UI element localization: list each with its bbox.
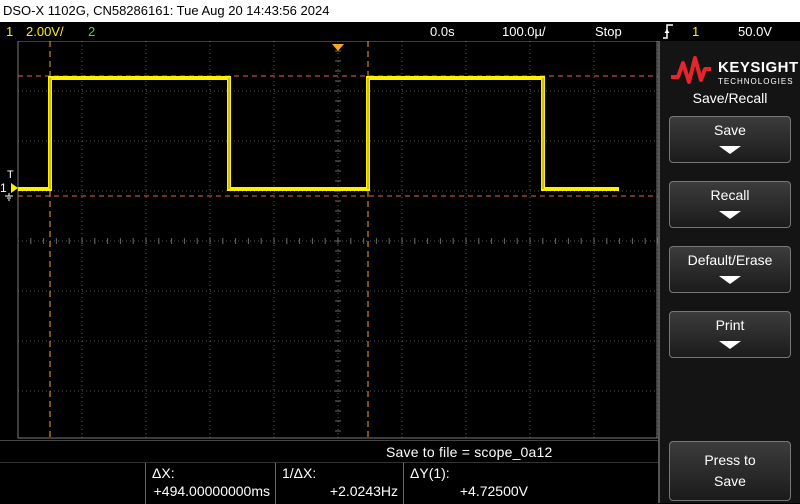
recall-softkey-label: Recall [710, 187, 750, 203]
press-to-save-line2: Save [714, 473, 746, 489]
status-bar: 1 2.00V/ 2 0.0s 100.0µ/ Stop 1 50.0V [0, 22, 800, 41]
keysight-wave-icon [671, 56, 711, 84]
delta-x-measurement: ΔX: +494.00000000ms [145, 463, 276, 504]
save-status-bar: Save to file = scope_0a12 [0, 440, 658, 463]
inverse-delta-x-label: 1/ΔX: [282, 465, 317, 481]
save-to-file-label: Save to file = scope_0a12 [386, 444, 553, 460]
graticule [17, 41, 658, 439]
delta-y-measurement: ΔY(1): +4.72500V [403, 463, 534, 504]
print-softkey[interactable]: Print [669, 311, 791, 358]
chevron-down-icon [719, 211, 741, 219]
chevron-down-icon [719, 341, 741, 349]
save-softkey-label: Save [714, 122, 746, 138]
waveform-display[interactable]: T 1 [0, 41, 658, 439]
run-state[interactable]: Stop [595, 22, 622, 41]
press-to-save-softkey[interactable]: Press to Save [669, 441, 791, 501]
inverse-delta-x-measurement: 1/ΔX: +2.0243Hz [275, 463, 404, 504]
trigger-source[interactable]: 1 [692, 22, 699, 41]
delta-y-value: +4.72500V [459, 483, 528, 499]
trigger-level[interactable]: 50.0V [738, 22, 772, 41]
brand-name: KEYSIGHT [718, 59, 799, 76]
save-softkey[interactable]: Save [669, 116, 791, 163]
ch2-number[interactable]: 2 [88, 22, 95, 41]
delta-x-label: ΔX: [152, 465, 175, 481]
default-erase-softkey[interactable]: Default/Erase [669, 246, 791, 293]
cursor-measurements: ΔX: +494.00000000ms 1/ΔX: +2.0243Hz ΔY(1… [0, 462, 658, 504]
press-to-save-line1: Press to [704, 452, 756, 468]
menu-title: Save/Recall [692, 90, 768, 106]
softkey-panel: KEYSIGHT TECHNOLOGIES Save/Recall Save R… [658, 41, 800, 503]
inverse-delta-x-value: +2.0243Hz [329, 483, 398, 499]
default-erase-softkey-label: Default/Erase [687, 252, 773, 268]
delta-x-value: +494.00000000ms [153, 483, 270, 499]
recall-softkey[interactable]: Recall [669, 181, 791, 228]
chevron-down-icon [719, 276, 741, 284]
trigger-level-marker[interactable]: T [7, 169, 14, 181]
ch1-trace [18, 76, 619, 191]
print-softkey-label: Print [715, 317, 745, 333]
brand-subtitle: TECHNOLOGIES [718, 77, 794, 86]
time-delay[interactable]: 0.0s [430, 22, 455, 41]
trigger-position-arrow[interactable] [332, 44, 344, 51]
keysight-logo: KEYSIGHT TECHNOLOGIES [668, 51, 798, 87]
delta-y-label: ΔY(1): [410, 465, 450, 481]
ch1-number[interactable]: 1 [6, 22, 13, 41]
chevron-down-icon [719, 146, 741, 154]
ch1-scale[interactable]: 2.00V/ [26, 22, 64, 41]
time-scale[interactable]: 100.0µ/ [502, 22, 546, 41]
window-title: DSO-X 1102G, CN58286161: Tue Aug 20 14:4… [0, 0, 800, 22]
